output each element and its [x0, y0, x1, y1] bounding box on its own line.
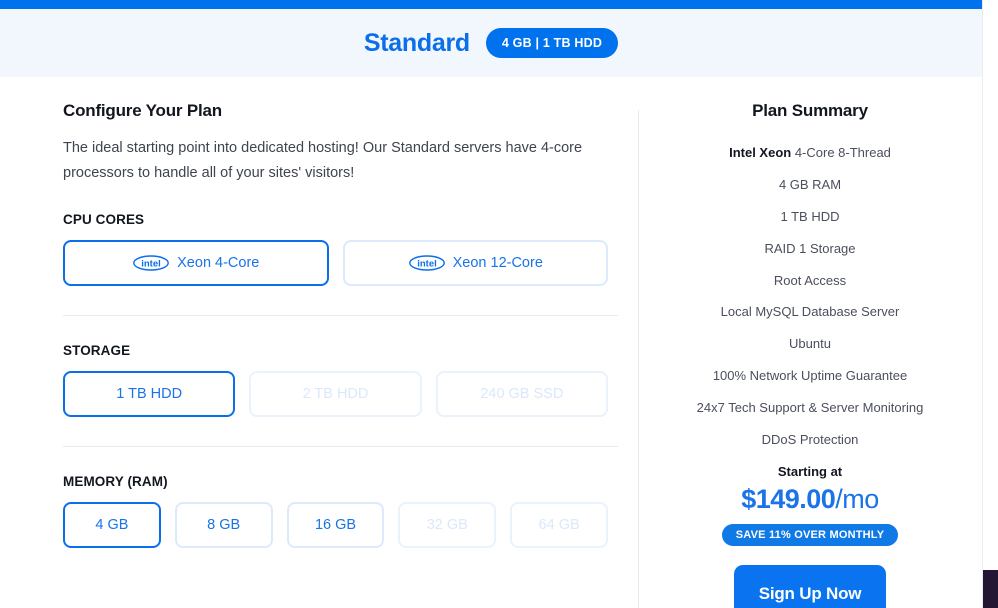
cpu-cores-options: intel Xeon 4-Core intel Xeon 12-Core — [63, 239, 608, 286]
memory-option-label: 32 GB — [426, 516, 468, 533]
summary-cpu-brand: Intel Xeon — [729, 145, 792, 160]
section-divider — [63, 314, 618, 316]
memory-option-label: 16 GB — [314, 516, 357, 533]
configure-description: The ideal starting point into dedicated … — [63, 140, 583, 181]
page-body: Configure Your Plan The ideal starting p… — [0, 77, 982, 608]
summary-item-os: Ubuntu — [789, 336, 831, 352]
plan-summary-panel: Plan Summary Intel Xeon 4-Core 8-Thread … — [638, 77, 982, 608]
summary-item-mysql: Local MySQL Database Server — [720, 304, 900, 320]
memory-option-64gb: 64 GB — [510, 501, 608, 548]
cpu-option-label: Xeon 4-Core — [177, 254, 260, 271]
memory-option-8gb[interactable]: 8 GB — [174, 501, 273, 548]
configure-heading: Configure Your Plan — [63, 101, 222, 120]
memory-options: 4 GB 8 GB 16 GB 32 GB 64 GB — [63, 501, 608, 548]
cpu-cores-label: CPU CORES — [63, 211, 145, 227]
summary-item-storage: 1 TB HDD — [780, 208, 840, 224]
intel-icon: intel — [408, 255, 446, 271]
summary-item-ddos: DDoS Protection — [761, 432, 859, 448]
price-display: $149.00/mo — [656, 484, 964, 515]
intel-icon: intel — [132, 255, 170, 271]
storage-option-240gb-ssd: 240 GB SSD — [435, 370, 608, 417]
cpu-option-xeon-4-core[interactable]: intel Xeon 4-Core — [63, 239, 329, 286]
plan-configurator-page: Standard 4 GB | 1 TB HDD Configure Your … — [0, 0, 998, 608]
storage-option-label: 2 TB HDD — [302, 385, 369, 402]
storage-label: STORAGE — [63, 342, 131, 358]
section-divider — [63, 445, 618, 447]
column-divider — [638, 110, 639, 608]
memory-option-32gb: 32 GB — [398, 501, 497, 548]
cpu-option-label: Xeon 12-Core — [452, 254, 543, 271]
summary-heading: Plan Summary — [752, 101, 868, 120]
memory-option-label: 8 GB — [207, 516, 241, 533]
summary-cpu-detail: 4-Core 8-Thread — [791, 145, 891, 160]
price-amount: $149.00 — [741, 483, 836, 514]
storage-option-1tb-hdd[interactable]: 1 TB HDD — [63, 370, 236, 417]
sign-up-button[interactable]: Sign Up Now — [734, 564, 886, 608]
summary-item-support: 24x7 Tech Support & Server Monitoring — [696, 400, 924, 416]
page-scrollbar[interactable] — [982, 0, 998, 608]
top-accent-bar — [0, 0, 982, 9]
memory-label: MEMORY (RAM) — [63, 473, 168, 489]
plan-spec-badge: 4 GB | 1 TB HDD — [485, 28, 619, 58]
configure-panel: Configure Your Plan The ideal starting p… — [0, 77, 639, 608]
storage-options: 1 TB HDD 2 TB HDD 240 GB SSD — [63, 370, 608, 417]
svg-text:intel: intel — [141, 258, 161, 269]
memory-option-4gb[interactable]: 4 GB — [63, 501, 161, 548]
memory-option-label: 4 GB — [95, 516, 129, 533]
plan-header: Standard 4 GB | 1 TB HDD — [0, 9, 982, 77]
scrollbar-thumb[interactable] — [983, 570, 998, 608]
summary-item-root-access: Root Access — [773, 272, 847, 288]
starting-at-label: Starting at — [777, 463, 843, 479]
summary-item-uptime: 100% Network Uptime Guarantee — [712, 368, 908, 384]
summary-item-cpu: Intel Xeon 4-Core 8-Thread — [656, 145, 964, 162]
cpu-option-xeon-12-core[interactable]: intel Xeon 12-Core — [342, 239, 608, 286]
storage-option-label: 240 GB SSD — [480, 385, 564, 402]
price-period: /mo — [835, 483, 879, 514]
summary-item-ram: 4 GB RAM — [778, 176, 842, 192]
storage-option-2tb-hdd: 2 TB HDD — [249, 370, 422, 417]
memory-option-label: 64 GB — [538, 516, 580, 533]
summary-item-raid: RAID 1 Storage — [764, 240, 856, 256]
storage-option-label: 1 TB HDD — [116, 385, 183, 402]
savings-badge: SAVE 11% OVER MONTHLY — [721, 523, 899, 546]
page-title: Standard — [363, 28, 470, 57]
svg-text:intel: intel — [417, 258, 437, 269]
memory-option-16gb[interactable]: 16 GB — [286, 501, 385, 548]
